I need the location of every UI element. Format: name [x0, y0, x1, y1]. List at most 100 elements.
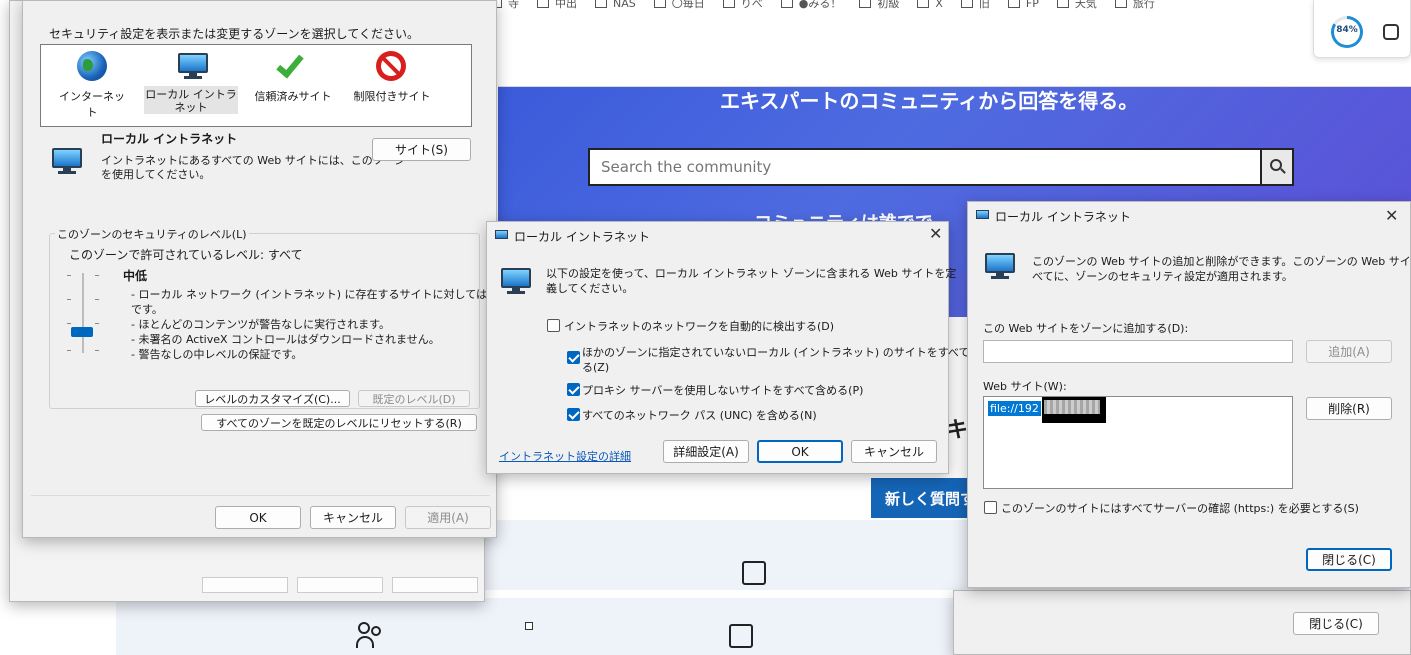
cancel-button[interactable]: キャンセル	[851, 440, 937, 463]
background-zone-dialog: 閉じる(C)	[953, 590, 1411, 655]
cancel-button[interactable]: キャンセル	[310, 506, 396, 529]
community-search-input[interactable]	[590, 150, 1260, 184]
community-search-box[interactable]	[588, 148, 1294, 186]
auto-detect-checkbox[interactable]	[547, 319, 560, 332]
people-icon	[356, 622, 386, 650]
add-site-label: この Web サイトをゾーンに追加する(D):	[983, 322, 1189, 335]
reset-all-zones-button[interactable]: すべてのゾーンを既定のレベルにリセットする(R)	[201, 414, 477, 431]
progress-ring[interactable]: 84%	[1331, 16, 1363, 48]
require-https-label: このゾーンのサイトにはすべてサーバーの確認 (https:) を必要とする(S)	[1001, 502, 1359, 515]
intranet-monitor-icon	[52, 148, 82, 174]
intranet-small-icon	[976, 208, 990, 222]
default-level-button[interactable]: 既定のレベル(D)	[358, 390, 470, 407]
auto-detect-label: イントラネットのネットワークを自動的に検出する(D)	[564, 320, 835, 333]
close-icon[interactable]: ✕	[1385, 206, 1398, 225]
bookmark-item[interactable]: 中出	[537, 0, 577, 11]
folder-icon	[722, 0, 735, 8]
add-site-button[interactable]: 追加(A)	[1306, 340, 1392, 363]
security-level-group-label: このゾーンのセキュリティのレベル(L)	[55, 226, 249, 242]
zone-restricted-sites[interactable]: 制限付きサイト	[352, 49, 432, 115]
dialog-description: べてに、ゾーンのセキュリティ設定が適用されます。	[1032, 270, 1293, 283]
search-button[interactable]	[1260, 150, 1292, 184]
website-list-item[interactable]: file://192	[988, 401, 1041, 416]
include-local-sites-label-2: る(Z)	[582, 361, 610, 374]
close-button[interactable]: 閉じる(C)	[1306, 548, 1392, 571]
selected-zone-title: ローカル イントラネット	[101, 132, 238, 146]
folder-icon	[859, 0, 872, 8]
folder-icon	[780, 0, 793, 8]
include-unc-checkbox[interactable]	[567, 408, 580, 421]
zone-instruction: セキュリティ設定を表示または変更するゾーンを選択してください。	[49, 27, 419, 41]
include-local-sites-checkbox[interactable]	[567, 351, 580, 364]
websites-list[interactable]: file://192	[983, 396, 1293, 489]
websites-label: Web サイト(W):	[983, 380, 1067, 393]
security-level-slider[interactable]	[67, 271, 99, 357]
globe-icon	[77, 51, 107, 81]
include-proxy-bypass-label: プロキシ サーバーを使用しないサイトをすべて含める(P)	[582, 384, 864, 397]
progress-text: 84%	[1336, 25, 1358, 35]
dialog-description: 義してください。	[546, 282, 634, 295]
extension-icon[interactable]	[1383, 24, 1399, 40]
sites-button[interactable]: サイト(S)	[372, 138, 471, 161]
folder-icon	[537, 0, 549, 8]
sites-dialog: ローカル イントラネット ✕ このゾーンの Web サイトの追加と削除ができます…	[967, 201, 1411, 588]
bookmark-item[interactable]: 初級	[859, 0, 899, 11]
back-close-button[interactable]: 閉じる(C)	[1293, 612, 1379, 635]
ok-button[interactable]: OK	[757, 440, 843, 463]
bookmark-item[interactable]: FP	[1007, 0, 1039, 11]
bookmark-item[interactable]: 天気	[1056, 0, 1097, 11]
dialog-description: このゾーンの Web サイトの追加と削除ができます。このゾーンの Web サイト…	[1032, 255, 1411, 268]
customize-level-button[interactable]: レベルのカスタマイズ(C)...	[195, 390, 350, 407]
folder-icon	[960, 0, 973, 8]
bookmark-item[interactable]: ●みる！	[780, 0, 841, 11]
zone-trusted-sites[interactable]: 信頼済みサイト	[253, 49, 333, 115]
zone-local-intranet[interactable]: ローカル イントラネット	[142, 49, 240, 115]
hero-text: エキスパートのコミュニティから回答を得る。	[720, 89, 1139, 113]
selected-zone-description: を使用してください。	[101, 168, 211, 181]
zone-internet[interactable]: インターネット	[55, 49, 129, 119]
security-level-name: 中低	[123, 269, 148, 283]
background-button	[392, 577, 478, 593]
add-site-input[interactable]	[983, 340, 1293, 363]
bookmark-item[interactable]: NAS	[595, 0, 636, 11]
extension-panel: 84%	[1313, 0, 1411, 58]
ok-button[interactable]: OK	[215, 506, 301, 529]
security-settings-dialog: セキュリティ設定を表示または変更するゾーンを選択してください。 インターネット …	[22, 0, 520, 538]
intranet-monitor-icon	[501, 268, 531, 294]
bookmark-item[interactable]: 〇毎日	[653, 0, 705, 11]
dialog-title: ローカル イントラネット	[514, 230, 650, 244]
include-unc-label: すべてのネットワーク パス (UNC) を含める(N)	[582, 409, 817, 422]
security-level-description: - ローカル ネットワーク (イントラネット) に存在するサイトに対しては、適切…	[131, 288, 520, 361]
close-icon[interactable]: ✕	[929, 224, 942, 243]
folder-icon	[595, 0, 607, 8]
remove-site-button[interactable]: 削除(R)	[1306, 397, 1392, 420]
checklist-icon	[729, 624, 753, 648]
dialog-title: ローカル イントラネット	[995, 210, 1131, 224]
bookmark-item[interactable]: X	[917, 0, 943, 11]
dialog-content-divider	[31, 495, 490, 496]
allowed-level: このゾーンで許可されているレベル: すべて	[69, 248, 303, 262]
folder-icon	[653, 0, 666, 8]
folder-icon	[1056, 0, 1069, 8]
include-proxy-bypass-checkbox[interactable]	[567, 383, 580, 396]
advanced-button[interactable]: 詳細設定(A)	[663, 440, 749, 463]
redacted-area	[1042, 397, 1106, 423]
background-button	[297, 577, 383, 593]
page-bottom-band	[116, 598, 976, 655]
bookmark-item[interactable]: 旧	[960, 0, 990, 11]
intranet-settings-link[interactable]: イントラネット設定の詳細	[499, 448, 631, 464]
selection-handle[interactable]	[525, 622, 533, 630]
intranet-monitor-icon	[178, 53, 208, 79]
include-local-sites-label: ほかのゾーンに指定されていないローカル (イントラネット) のサイトをすべて含め	[582, 346, 992, 359]
ask-question-button[interactable]: 新しく質問す	[871, 478, 975, 518]
bookmark-item[interactable]: 旅行	[1114, 0, 1155, 11]
slider-thumb[interactable]	[71, 327, 93, 337]
apply-button[interactable]: 適用(A)	[405, 506, 491, 529]
checkmark-icon	[276, 49, 304, 79]
intranet-small-icon	[495, 228, 509, 242]
bookmarks-bar: 寺中出 NAS 〇毎日 りべ ●みる！ 初級 X 旧 FP 天気 旅行	[490, 0, 1320, 12]
require-https-checkbox[interactable]	[984, 501, 997, 514]
folder-icon	[1007, 0, 1020, 8]
page-heading-partial: キ	[946, 418, 969, 443]
bookmark-item[interactable]: りべ	[722, 0, 763, 11]
